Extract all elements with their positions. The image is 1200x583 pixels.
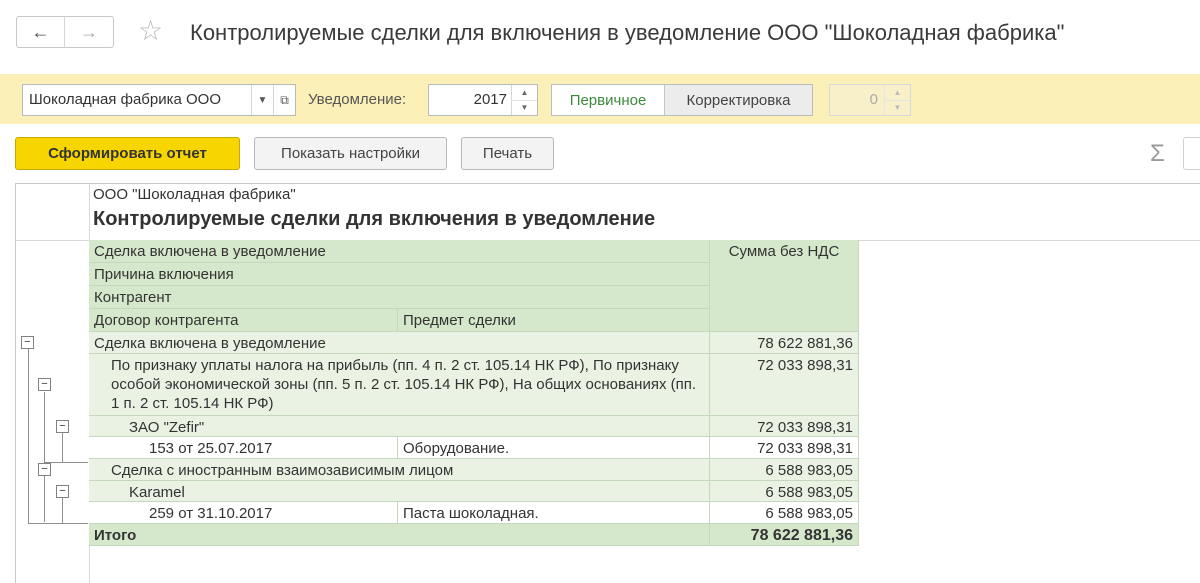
notice-label: Уведомление: <box>308 91 407 108</box>
year-value[interactable]: 2017 <box>429 85 511 115</box>
print-button[interactable]: Печать <box>461 137 554 170</box>
header-amount: Сумма без НДС <box>710 240 859 332</box>
tree-line <box>62 432 63 462</box>
sum-icon[interactable]: Σ <box>1150 140 1165 168</box>
favorite-star-icon[interactable]: ☆ <box>138 15 163 47</box>
contract-row-subject[interactable]: Паста шоколадная. <box>398 502 710 524</box>
collapse-minus-icon[interactable]: − <box>56 485 69 498</box>
tree-line <box>28 523 88 524</box>
generate-report-button[interactable]: Сформировать отчет <box>15 137 240 170</box>
spin-up-icon[interactable]: ▲ <box>885 85 910 101</box>
total-row-amount: 78 622 881,36 <box>710 524 859 546</box>
group-row-label[interactable]: Сделка включена в уведомление <box>89 332 710 354</box>
tree-line <box>44 392 45 462</box>
contract-row-amount[interactable]: 6 588 983,05 <box>710 502 859 524</box>
collapse-minus-icon[interactable]: − <box>56 420 69 433</box>
counterparty-row-label[interactable]: Karamel <box>89 481 710 502</box>
year-spinner[interactable]: ▲ ▼ <box>511 85 537 115</box>
contract-row-amount[interactable]: 72 033 898,31 <box>710 437 859 459</box>
header-reason: Причина включения <box>89 263 710 286</box>
correction-spinner[interactable]: ▲ ▼ <box>884 85 910 115</box>
spin-down-icon[interactable]: ▼ <box>512 101 537 116</box>
header-contract: Договор контрагента <box>89 309 398 332</box>
reason-row-label[interactable]: Сделка с иностранным взаимозависимым лиц… <box>89 459 710 481</box>
header-deal-included: Сделка включена в уведомление <box>89 240 710 263</box>
report-title: Контролируемые сделки для включения в ув… <box>93 208 656 230</box>
back-arrow-icon[interactable]: ← <box>17 17 66 47</box>
counterparty-row-amount[interactable]: 72 033 898,31 <box>710 416 859 437</box>
toolbar-field-edge[interactable] <box>1183 137 1200 170</box>
contract-row-label[interactable]: 153 от 25.07.2017 <box>89 437 398 459</box>
contract-row-label[interactable]: 259 от 31.10.2017 <box>89 502 398 524</box>
group-row-amount[interactable]: 78 622 881,36 <box>710 332 859 354</box>
spin-up-icon[interactable]: ▲ <box>512 85 537 101</box>
correction-toggle-button[interactable]: Корректировка <box>665 85 812 115</box>
tree-line <box>44 475 45 522</box>
navigation-buttons: ← → <box>16 16 114 48</box>
year-field[interactable]: 2017 ▲ ▼ <box>428 84 538 116</box>
collapse-minus-icon[interactable]: − <box>38 463 51 476</box>
dropdown-arrow-icon[interactable]: ▼ <box>251 85 273 115</box>
correction-number-value[interactable]: 0 <box>830 85 884 115</box>
reason-row-label[interactable]: По признаку уплаты налога на прибыль (пп… <box>89 354 710 416</box>
window-title: Контролируемые сделки для включения в ув… <box>190 20 1065 45</box>
primary-toggle-button[interactable]: Первичное <box>552 85 665 115</box>
counterparty-row-amount[interactable]: 6 588 983,05 <box>710 481 859 502</box>
show-settings-button[interactable]: Показать настройки <box>254 137 447 170</box>
tree-line <box>62 497 63 523</box>
header-subject: Предмет сделки <box>398 309 710 332</box>
collapse-minus-icon[interactable]: − <box>21 336 34 349</box>
reason-row-amount[interactable]: 6 588 983,05 <box>710 459 859 481</box>
notice-type-toggle: Первичное Корректировка <box>551 84 813 116</box>
organization-value[interactable]: Шоколадная фабрика ООО <box>23 85 251 115</box>
counterparty-row-label[interactable]: ЗАО "Zefir" <box>89 416 710 437</box>
contract-row-subject[interactable]: Оборудование. <box>398 437 710 459</box>
forward-arrow-icon[interactable]: → <box>65 17 113 47</box>
correction-number-field[interactable]: 0 ▲ ▼ <box>829 84 911 116</box>
header-counterparty: Контрагент <box>89 286 710 309</box>
reason-row-amount[interactable]: 72 033 898,31 <box>710 354 859 416</box>
organization-field[interactable]: Шоколадная фабрика ООО ▼ ⧉ <box>22 84 296 116</box>
collapse-minus-icon[interactable]: − <box>38 378 51 391</box>
open-form-icon[interactable]: ⧉ <box>273 85 295 115</box>
tree-line <box>28 348 29 523</box>
spin-down-icon[interactable]: ▼ <box>885 101 910 116</box>
report-org-name: ООО "Шоколадная фабрика" <box>93 186 296 203</box>
total-row-label: Итого <box>89 524 710 546</box>
